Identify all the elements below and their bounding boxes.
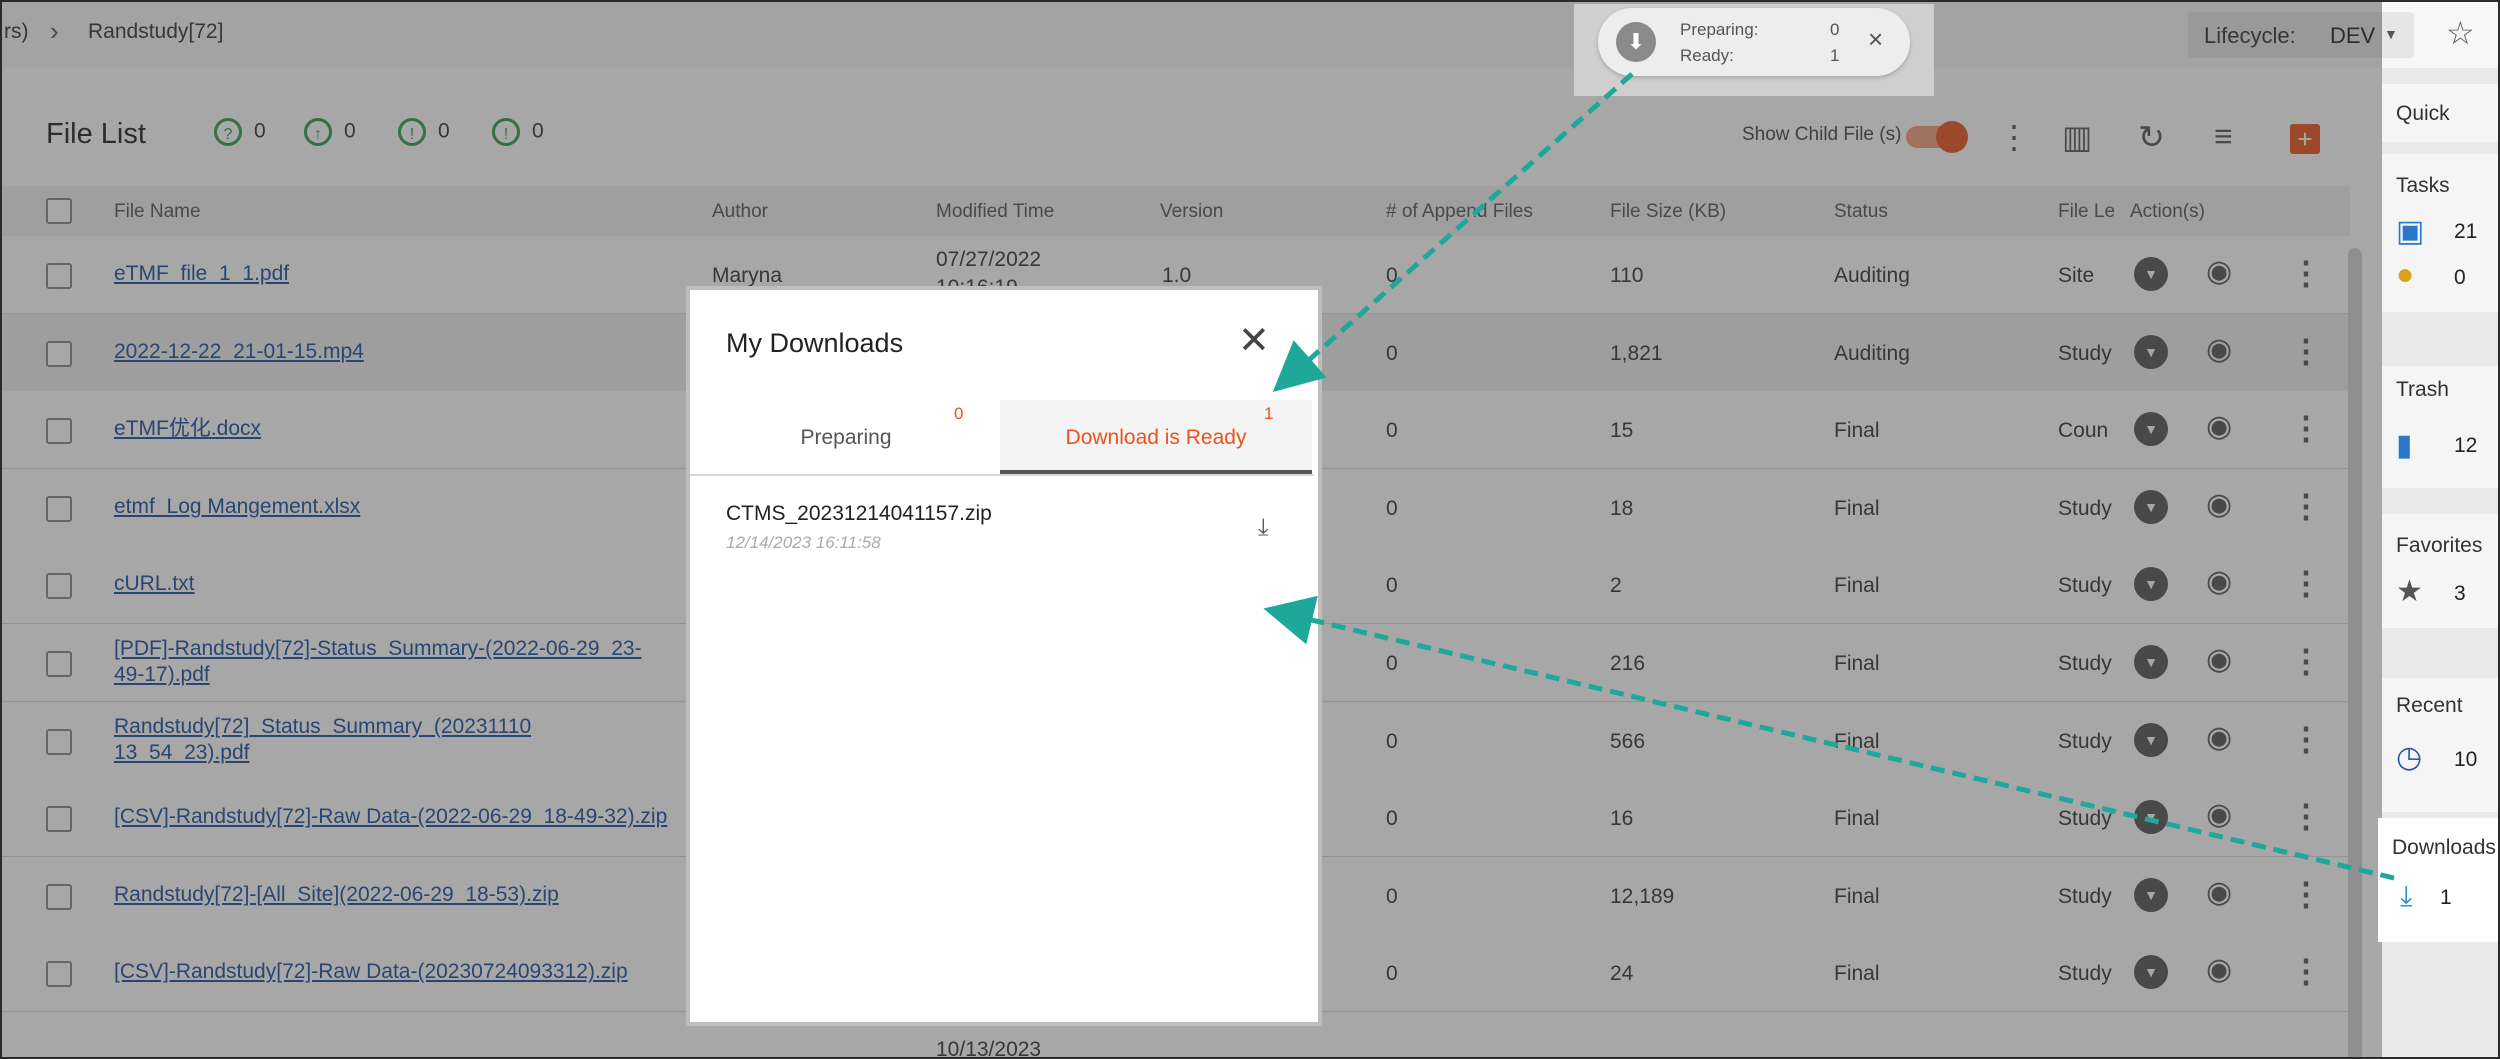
app-window: rs) › Randstudy[72] Lifecycle: DEV ▼ ☆ F… [0,0,2500,1059]
arrow-downloads-to-dialog [1263,595,2395,881]
arrow-toast-to-dialog [1272,72,1634,392]
annotation-arrows [1263,72,2395,881]
